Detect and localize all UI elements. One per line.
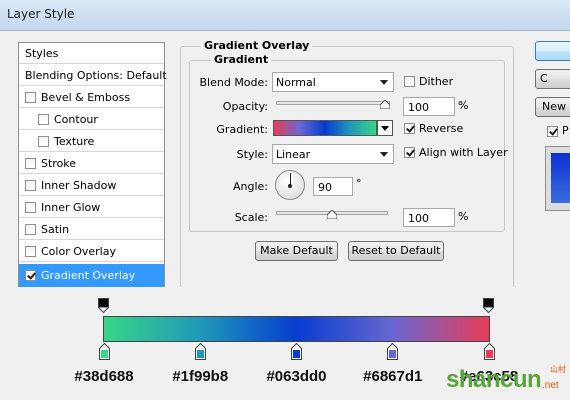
gradient-label: Gradient: xyxy=(216,123,268,136)
scale-input[interactable]: 100 xyxy=(403,208,455,227)
sidebar-item-label: Gradient Overlay xyxy=(41,269,136,282)
chevron-down-icon xyxy=(380,80,388,85)
opacity-label: Opacity: xyxy=(222,100,268,113)
scale-label: Scale: xyxy=(234,211,268,224)
sidebar-item-label: Styles xyxy=(25,47,59,60)
dither-checkbox[interactable] xyxy=(404,76,415,87)
gradient-picker-button[interactable] xyxy=(377,120,393,136)
sidebar-item-label: Inner Glow xyxy=(41,201,101,214)
styles-list: Styles Blending Options: Default Bevel &… xyxy=(18,42,167,287)
dither-label: Dither xyxy=(419,75,454,88)
sidebar-item-texture[interactable]: Texture xyxy=(19,131,164,152)
angle-label: Angle: xyxy=(232,180,268,193)
cancel-button[interactable]: C xyxy=(535,69,570,89)
gradient-overlay-checkbox[interactable] xyxy=(25,270,36,281)
color-stop-marker[interactable] xyxy=(98,342,110,360)
new-style-button[interactable]: New xyxy=(535,97,570,117)
gradient-bar[interactable] xyxy=(103,316,490,342)
watermark-suffix: .net xyxy=(542,380,559,391)
inner-glow-checkbox[interactable] xyxy=(25,202,36,213)
opacity-stop-right[interactable] xyxy=(483,298,494,314)
ok-button[interactable] xyxy=(535,41,570,61)
sidebar-item-bevel-emboss[interactable]: Bevel & Emboss xyxy=(19,87,164,108)
sidebar-item-label: Satin xyxy=(41,223,70,236)
chevron-down-icon xyxy=(380,152,388,157)
style-select[interactable]: Linear xyxy=(272,144,394,164)
color-stop-marker[interactable] xyxy=(387,342,399,360)
sidebar-item-label: Texture xyxy=(54,135,95,148)
blend-mode-select[interactable]: Normal xyxy=(272,72,394,92)
sidebar-item-contour[interactable]: Contour xyxy=(19,109,164,130)
style-preview-swatch xyxy=(551,153,570,203)
sidebar-item-inner-shadow[interactable]: Inner Shadow xyxy=(19,175,164,196)
blend-mode-label: Blend Mode: xyxy=(199,76,269,89)
sidebar-item-gradient-overlay[interactable]: Gradient Overlay xyxy=(19,264,164,287)
opacity-unit: % xyxy=(458,99,469,112)
sidebar-item-satin[interactable]: Satin xyxy=(19,219,164,240)
align-with-layer-checkbox[interactable] xyxy=(404,147,415,158)
opacity-input[interactable]: 100 xyxy=(403,97,455,116)
style-preview-box xyxy=(545,146,570,211)
sidebar-item-blending-options[interactable]: Blending Options: Default xyxy=(19,65,167,86)
color-stop-hex-label: #6867d1 xyxy=(363,368,423,385)
color-stop-marker[interactable] xyxy=(194,342,206,360)
layer-style-dialog: Layer Style Styles Blending Options: Def… xyxy=(0,0,570,287)
reset-to-default-button[interactable]: Reset to Default xyxy=(348,241,444,261)
contour-checkbox[interactable] xyxy=(38,114,49,125)
sidebar-item-stroke[interactable]: Stroke xyxy=(19,153,164,174)
scale-value: 100 xyxy=(408,212,429,225)
watermark-text: shancun xyxy=(446,366,542,393)
sidebar-item-label: Blending Options: Default xyxy=(25,69,167,82)
color-stop-hex-label: #063dd0 xyxy=(266,368,327,385)
satin-checkbox[interactable] xyxy=(25,224,36,235)
sidebar-item-label: Bevel & Emboss xyxy=(41,91,131,104)
sidebar-item-color-overlay[interactable]: Color Overlay xyxy=(19,241,164,262)
sidebar-item-label: Inner Shadow xyxy=(41,179,117,192)
opacity-stop-left[interactable] xyxy=(98,298,109,314)
angle-value: 90 xyxy=(318,181,332,194)
window-title: Layer Style xyxy=(7,7,75,21)
preview-label: P xyxy=(562,124,569,137)
sidebar-item-styles[interactable]: Styles xyxy=(19,43,164,64)
inner-shadow-checkbox[interactable] xyxy=(25,180,36,191)
angle-unit: ° xyxy=(356,177,362,190)
texture-checkbox[interactable] xyxy=(38,136,49,147)
opacity-value: 100 xyxy=(408,101,429,114)
sidebar-item-label: Stroke xyxy=(41,157,77,170)
gradient-preview[interactable] xyxy=(273,120,377,136)
gradient-subgroup-title: Gradient xyxy=(211,53,272,66)
sidebar-item-label: Color Overlay xyxy=(41,245,116,258)
angle-dial-center xyxy=(288,184,292,188)
color-stop-hex-label: #1f99b8 xyxy=(172,368,229,385)
make-default-button[interactable]: Make Default xyxy=(255,241,338,261)
color-stop-marker[interactable] xyxy=(483,342,495,360)
watermark: shancun 山村 .net xyxy=(446,362,570,400)
align-with-layer-label: Align with Layer xyxy=(419,146,508,159)
preview-checkbox[interactable] xyxy=(547,126,558,137)
sidebar-item-inner-glow[interactable]: Inner Glow xyxy=(19,197,164,218)
opacity-slider-track[interactable] xyxy=(276,101,390,105)
blend-mode-value: Normal xyxy=(276,76,316,89)
angle-dial[interactable] xyxy=(275,170,305,200)
reverse-label: Reverse xyxy=(419,122,464,135)
reverse-checkbox[interactable] xyxy=(404,123,415,134)
watermark-small-text: 山村 xyxy=(550,365,566,374)
title-bar: Layer Style xyxy=(0,0,570,31)
color-overlay-checkbox[interactable] xyxy=(25,246,36,257)
opacity-slider-thumb[interactable] xyxy=(380,100,390,109)
stroke-checkbox[interactable] xyxy=(25,158,36,169)
style-label: Style: xyxy=(236,148,268,161)
scale-unit: % xyxy=(458,210,469,223)
angle-input[interactable]: 90 xyxy=(313,177,353,196)
color-stop-hex-label: #38d688 xyxy=(74,368,134,385)
bevel-emboss-checkbox[interactable] xyxy=(25,92,36,103)
sidebar-item-label: Contour xyxy=(54,113,98,126)
scale-slider-thumb[interactable] xyxy=(327,210,337,219)
gradient-overlay-group-title: Gradient Overlay xyxy=(201,39,313,52)
style-value: Linear xyxy=(276,148,311,161)
color-stop-marker[interactable] xyxy=(291,342,302,360)
